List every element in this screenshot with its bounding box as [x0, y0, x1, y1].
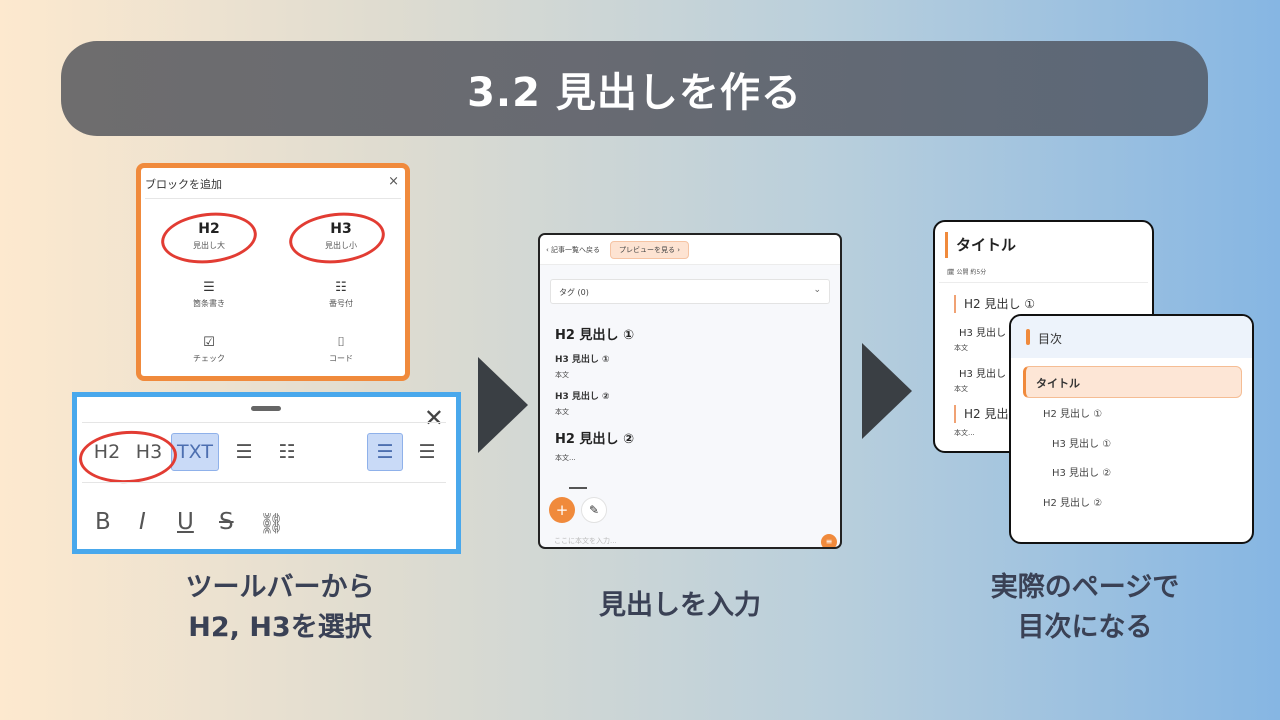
- block-panel-header: ブロックを追加: [145, 178, 222, 191]
- code-icon: ⌷: [337, 335, 345, 350]
- link-icon[interactable]: ⛓: [259, 511, 284, 535]
- checklist-icon: ☑: [203, 335, 215, 350]
- caption-line: 実際のページで: [990, 572, 1180, 603]
- txt-button[interactable]: TXT: [171, 433, 219, 471]
- page-h3: H3 見出し: [959, 369, 1007, 380]
- editor-h3: H3 見出し ②: [555, 392, 610, 402]
- page-h3: H3 見出し: [959, 328, 1007, 339]
- caption-line: 目次になる: [1017, 612, 1153, 643]
- block-bullet-sub: 箇条書き: [193, 299, 225, 308]
- close-icon[interactable]: ✕: [424, 406, 444, 430]
- block-check-sub: チェック: [193, 354, 225, 363]
- block-add-panel: ブロックを追加 × H2 見出し大 H3 見出し小 ☰ 箇条書き ☷ 番号付 ☑…: [136, 163, 410, 381]
- article-title: タイトル: [945, 232, 1016, 258]
- bullet-list-icon[interactable]: ☰: [229, 434, 259, 470]
- divider: [939, 282, 1148, 283]
- toc-item[interactable]: H2 見出し ②: [1043, 494, 1102, 509]
- page-body: 本文: [954, 344, 968, 352]
- numbered-list-icon[interactable]: ☷: [272, 434, 302, 470]
- page-h2: H2 見出し ①: [954, 295, 1035, 313]
- close-icon[interactable]: ×: [388, 174, 399, 189]
- add-block-button[interactable]: +: [549, 497, 575, 523]
- block-check-button[interactable]: ☑ チェック: [149, 336, 269, 364]
- page-title: 3.2 見出しを作る: [467, 69, 802, 116]
- strikethrough-button[interactable]: S: [219, 509, 234, 535]
- bullet-list-icon: ☰: [203, 280, 215, 295]
- toc-item[interactable]: H2 見出し ①: [1043, 405, 1102, 420]
- toc-item[interactable]: H3 見出し ①: [1052, 435, 1111, 450]
- block-code-button[interactable]: ⌷ コード: [281, 336, 401, 364]
- block-numbered-sub: 番号付: [329, 299, 353, 308]
- editor-body: 本文: [555, 371, 569, 379]
- toolbar-panel: ✕ H2 H3 TXT ☰ ☷ ☰ ☰ B I U S ⛓: [72, 392, 461, 554]
- italic-button[interactable]: I: [139, 509, 146, 535]
- toc-title: 目次: [1038, 332, 1063, 346]
- bold-button[interactable]: B: [95, 509, 111, 535]
- page-body: 本文: [954, 385, 968, 393]
- tag-select[interactable]: タグ (0) ⌄: [550, 279, 830, 304]
- back-link[interactable]: ‹ 記事一覧へ戻る: [546, 245, 600, 255]
- preview-button[interactable]: プレビューを見る ›: [610, 241, 690, 259]
- block-code-sub: コード: [329, 354, 353, 363]
- caption-line: H2, H3を選択: [188, 612, 372, 643]
- drag-handle[interactable]: [251, 406, 281, 411]
- toc-header: 目次: [1011, 316, 1252, 358]
- caption-middle: 見出しを入力: [560, 586, 800, 626]
- pencil-icon[interactable]: ✎: [581, 497, 607, 523]
- menu-icon[interactable]: ≡: [821, 534, 837, 547]
- block-bullet-button[interactable]: ☰ 箇条書き: [149, 281, 269, 309]
- editor-header: ‹ 記事一覧へ戻る プレビューを見る ›: [540, 235, 840, 265]
- page-h2: H2 見出: [954, 405, 1008, 423]
- divider: [145, 198, 401, 199]
- divider: [82, 422, 446, 423]
- page-body: 本文...: [954, 429, 975, 437]
- divider: [82, 482, 446, 483]
- editor-body: 本文: [555, 408, 569, 416]
- numbered-list-icon: ☷: [335, 280, 347, 295]
- caption-line: ツールバーから: [185, 572, 375, 603]
- article-meta: 🗓 公開 約5分: [947, 269, 987, 276]
- arrow-right-icon: [478, 357, 528, 453]
- chevron-down-icon: ⌄: [813, 285, 821, 295]
- editor-screenshot: ‹ 記事一覧へ戻る プレビューを見る › タグ (0) ⌄ H2 見出し ① H…: [538, 233, 842, 549]
- tag-label: タグ (0): [559, 288, 589, 297]
- highlight-circle: [286, 208, 388, 268]
- editor-h2: H2 見出し ②: [555, 432, 634, 447]
- block-numbered-button[interactable]: ☷ 番号付: [281, 281, 401, 309]
- highlight-circle: [158, 208, 260, 268]
- toc-item-active[interactable]: タイトル: [1023, 366, 1242, 398]
- caption-left: ツールバーから H2, H3を選択: [150, 568, 410, 648]
- toc-item-label: タイトル: [1036, 377, 1080, 390]
- toc-card: 目次 タイトル H2 見出し ① H3 見出し ① H3 見出し ② H2 見出…: [1009, 314, 1254, 544]
- toc-item[interactable]: H3 見出し ②: [1052, 464, 1111, 479]
- align-center-icon[interactable]: ☰: [412, 434, 442, 470]
- accent-bar: [1026, 329, 1030, 345]
- caption-line: 見出しを入力: [599, 590, 761, 621]
- editor-body: 本文...: [555, 454, 576, 462]
- arrow-right-icon: [862, 343, 912, 439]
- align-left-icon[interactable]: ☰: [367, 433, 403, 471]
- body-input[interactable]: ここに本文を入力...: [554, 536, 617, 546]
- editor-h2: H2 見出し ①: [555, 328, 634, 343]
- title-banner: 3.2 見出しを作る: [61, 41, 1208, 136]
- caption-right: 実際のページで 目次になる: [950, 568, 1220, 648]
- editor-h3: H3 見出し ①: [555, 355, 610, 365]
- underline-button[interactable]: U: [177, 509, 194, 535]
- divider: [569, 487, 587, 489]
